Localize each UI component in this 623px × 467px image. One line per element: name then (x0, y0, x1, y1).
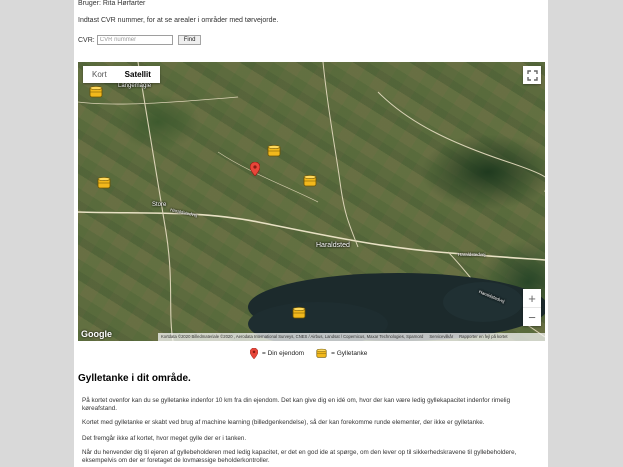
own-property-pin-icon (250, 347, 258, 359)
paragraph-content: Det fremgår ikke af kortet, hvor meget g… (82, 435, 247, 442)
terms-link[interactable]: Servicevilkår (429, 333, 453, 341)
slurry-tank-marker[interactable] (267, 144, 281, 158)
paragraph-machine-learning: Kortet med gylletanke er skabt ved brug … (82, 419, 485, 426)
own-property-pin-icon[interactable] (250, 162, 260, 176)
map-type-kort[interactable]: Kort (83, 66, 116, 83)
report-error-link[interactable]: Rapporter en fejl på kortet (459, 333, 507, 341)
slurry-tank-marker[interactable] (303, 174, 317, 188)
user-name: Bruger: Rita Hørfarter (78, 0, 146, 7)
map-type-satellit[interactable]: Satellit (116, 66, 160, 83)
fullscreen-button[interactable] (523, 66, 541, 84)
place-label-store: Store (152, 202, 167, 208)
map-data-credit: Kortdata ©2020 Billedmateriale ©2020 , A… (161, 334, 424, 339)
road-label-2: Haraldstedvej (458, 252, 486, 257)
place-label-haraldsted: Haraldsted (316, 242, 350, 249)
zoom-control: + − (523, 289, 541, 326)
slurry-tank-marker[interactable] (89, 85, 103, 99)
map-legend: = Din ejendom = Gylletanke (250, 347, 367, 359)
slurry-tank-marker[interactable] (97, 176, 111, 190)
zoom-out-button[interactable]: − (523, 308, 541, 326)
zoom-in-button[interactable]: + (523, 289, 541, 307)
cvr-label: CVR: (78, 36, 95, 44)
google-logo: Google (81, 329, 112, 339)
legend-own-property: = Din ejendom (262, 349, 305, 357)
satellite-map[interactable]: Langemagle Store Haraldsted Haraldstedve… (78, 62, 545, 341)
map-type-control: Kort Satellit (83, 66, 160, 83)
cvr-input[interactable] (96, 35, 173, 45)
fullscreen-icon (526, 69, 538, 81)
paragraph-contact-owner: Når du henvender dig til ejeren af gylle… (82, 449, 517, 464)
paragraph-intro: På kortet ovenfor kan du se gylletanke i… (82, 397, 511, 412)
section-title: Gylletanke i dit område. (78, 373, 191, 384)
slurry-tank-icon (316, 348, 327, 358)
slurry-tank-marker[interactable] (292, 306, 306, 320)
legend-slurry-tank: = Gylletanke (331, 349, 368, 357)
intro-text: Indtast CVR nummer, for at se arealer i … (78, 17, 279, 24)
map-roads (78, 62, 545, 341)
cvr-search-form: CVR: Find (78, 35, 202, 45)
find-button[interactable]: Find (177, 35, 202, 45)
place-label-langemagle: Langemagle (118, 83, 152, 89)
page-content: Bruger: Rita Hørfarter Indtast CVR numme… (74, 0, 548, 467)
map-attribution: Kortdata ©2020 Billedmateriale ©2020 , A… (158, 333, 545, 341)
